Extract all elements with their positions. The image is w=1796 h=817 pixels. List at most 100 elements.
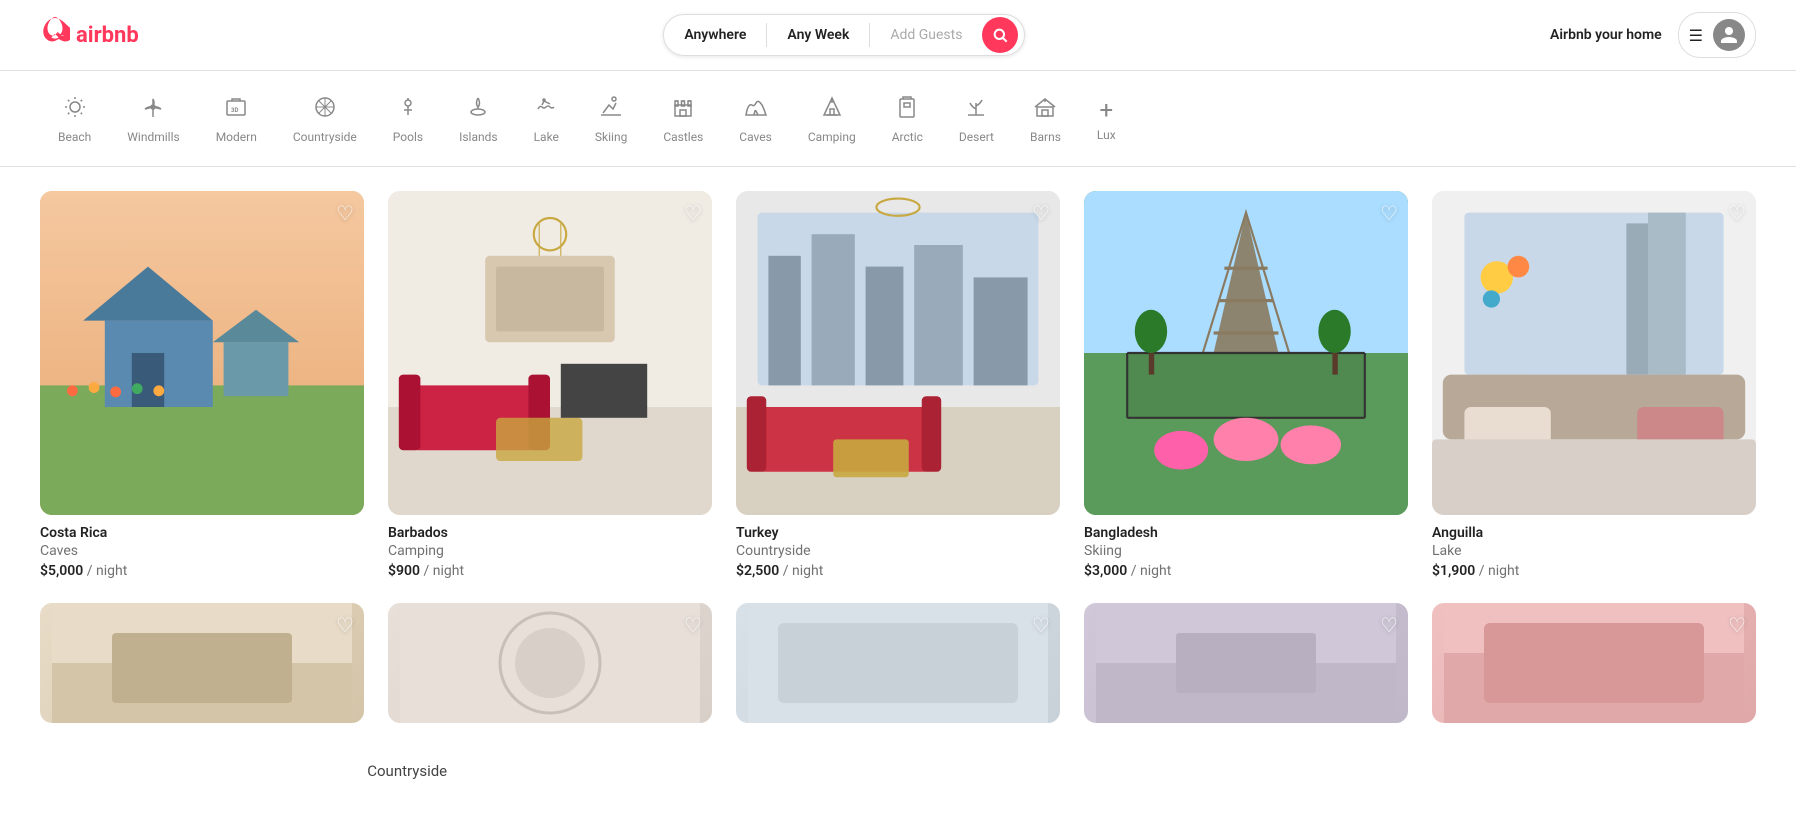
listings-grid-2: ♡ ♡ ♡ ♡ — [0, 603, 1796, 757]
countryside-icon — [313, 95, 337, 124]
desert-icon — [964, 95, 988, 124]
avatar — [1713, 19, 1745, 51]
category-castles[interactable]: Castles — [645, 87, 721, 154]
category-arctic[interactable]: Arctic — [874, 87, 941, 154]
listing-title-2: Barbados — [388, 525, 712, 541]
listing-type-5: Lake — [1432, 543, 1756, 559]
category-camping[interactable]: Camping — [790, 87, 874, 154]
category-desert-label: Desert — [959, 130, 994, 144]
castles-icon — [671, 95, 695, 124]
listing-price-amount-5: $1,900 — [1432, 563, 1475, 579]
category-modern[interactable]: 3D Modern — [198, 87, 275, 154]
listing-image-8: ♡ — [736, 603, 1060, 723]
listing-price-5: $1,900 / night — [1432, 563, 1756, 579]
host-link[interactable]: Airbnb your home — [1550, 27, 1662, 43]
listing-price-4: $3,000 / night — [1084, 563, 1408, 579]
listing-price-amount-2: $900 — [388, 563, 420, 579]
caves-icon — [744, 95, 768, 124]
guests-field[interactable]: Add Guests — [870, 15, 982, 55]
listing-price-unit-2: / night — [423, 563, 464, 579]
search-bar[interactable]: Anywhere Any Week Add Guests — [663, 14, 1025, 56]
pools-icon — [396, 95, 420, 124]
favorite-btn-6[interactable]: ♡ — [336, 613, 354, 638]
listing-title-3: Turkey — [736, 525, 1060, 541]
favorite-btn-8[interactable]: ♡ — [1032, 613, 1050, 638]
location-field[interactable]: Anywhere — [664, 15, 766, 55]
listing-image-5: ♡ — [1432, 191, 1756, 515]
category-windmills-label: Windmills — [127, 130, 179, 144]
header: airbnb Anywhere Any Week Add Guests Airb… — [0, 0, 1796, 71]
listing-price-unit-3: / night — [783, 563, 824, 579]
listing-title-5: Anguilla — [1432, 525, 1756, 541]
arctic-icon — [895, 95, 919, 124]
menu-button[interactable]: ☰ — [1678, 12, 1756, 58]
category-beach-label: Beach — [58, 130, 91, 144]
category-modern-label: Modern — [216, 130, 257, 144]
listing-card-7[interactable]: ♡ — [388, 603, 712, 733]
favorite-btn-2[interactable]: ♡ — [684, 201, 702, 226]
svg-text:3D: 3D — [231, 107, 238, 114]
listing-card-8[interactable]: ♡ — [736, 603, 1060, 733]
listing-image-9: ♡ — [1084, 603, 1408, 723]
search-button[interactable] — [982, 17, 1018, 53]
header-right: Airbnb your home ☰ — [1550, 12, 1756, 58]
listing-image-2: ♡ — [388, 191, 712, 515]
category-barns-label: Barns — [1030, 130, 1061, 144]
listing-image-10: ♡ — [1432, 603, 1756, 723]
listing-image-6: ♡ — [40, 603, 364, 723]
listing-price-1: $5,000 / night — [40, 563, 364, 579]
hamburger-icon: ☰ — [1689, 26, 1703, 45]
beach-icon — [63, 95, 87, 124]
favorite-btn-3[interactable]: ♡ — [1032, 201, 1050, 226]
listing-card-9[interactable]: ♡ — [1084, 603, 1408, 733]
barns-icon — [1033, 95, 1057, 124]
logo-icon — [40, 17, 70, 54]
listing-card-4[interactable]: ♡ Bangladesh Skiing $3,000 / night — [1084, 191, 1408, 579]
listing-price-amount-4: $3,000 — [1084, 563, 1127, 579]
category-pools[interactable]: Pools — [375, 87, 441, 154]
listing-image-3: ♡ — [736, 191, 1060, 515]
favorite-btn-10[interactable]: ♡ — [1728, 613, 1746, 638]
listings-grid: ♡ Costa Rica Caves $5,000 / night — [0, 167, 1796, 603]
listing-card-10[interactable]: ♡ — [1432, 603, 1756, 733]
listing-price-unit-5: / night — [1479, 563, 1520, 579]
category-countryside[interactable]: Countryside — [275, 87, 375, 154]
category-castles-label: Castles — [663, 130, 703, 144]
favorite-btn-5[interactable]: ♡ — [1728, 201, 1746, 226]
listing-price-unit-1: / night — [87, 563, 128, 579]
listing-price-2: $900 / night — [388, 563, 712, 579]
listing-card-6[interactable]: ♡ — [40, 603, 364, 733]
category-nav: Beach Windmills 3D Modern — [0, 71, 1796, 167]
favorite-btn-1[interactable]: ♡ — [336, 201, 354, 226]
category-windmills[interactable]: Windmills — [109, 87, 197, 154]
listing-price-amount-3: $2,500 — [736, 563, 779, 579]
listing-card-2[interactable]: ♡ Barbados Camping $900 / night — [388, 191, 712, 579]
islands-icon — [466, 95, 490, 124]
category-arctic-label: Arctic — [892, 130, 923, 144]
favorite-btn-7[interactable]: ♡ — [684, 613, 702, 638]
bottom-label-countryside: Countryside — [40, 761, 774, 780]
listing-type-2: Camping — [388, 543, 712, 559]
category-skiing[interactable]: Skiing — [577, 87, 645, 154]
listing-card-3[interactable]: ♡ Turkey Countryside $2,500 / night — [736, 191, 1060, 579]
category-camping-label: Camping — [808, 130, 856, 144]
bottom-label-strip: Countryside — [0, 757, 1796, 796]
category-caves-label: Caves — [739, 130, 772, 144]
category-desert[interactable]: Desert — [941, 87, 1012, 154]
listing-card-5[interactable]: ♡ Anguilla Lake $1,900 / night — [1432, 191, 1756, 579]
category-islands[interactable]: Islands — [441, 87, 516, 154]
modern-icon: 3D — [224, 95, 248, 124]
category-beach[interactable]: Beach — [40, 87, 109, 154]
favorite-btn-9[interactable]: ♡ — [1380, 613, 1398, 638]
favorite-btn-4[interactable]: ♡ — [1380, 201, 1398, 226]
category-barns[interactable]: Barns — [1012, 87, 1079, 154]
category-lux[interactable]: + Lux — [1079, 90, 1134, 152]
category-countryside-label: Countryside — [293, 130, 357, 144]
listing-title-1: Costa Rica — [40, 525, 364, 541]
listing-card-1[interactable]: ♡ Costa Rica Caves $5,000 / night — [40, 191, 364, 579]
dates-field[interactable]: Any Week — [767, 15, 869, 55]
category-caves[interactable]: Caves — [721, 87, 790, 154]
category-lake[interactable]: Lake — [516, 87, 577, 154]
logo[interactable]: airbnb — [40, 17, 139, 54]
listing-image-1: ♡ — [40, 191, 364, 515]
